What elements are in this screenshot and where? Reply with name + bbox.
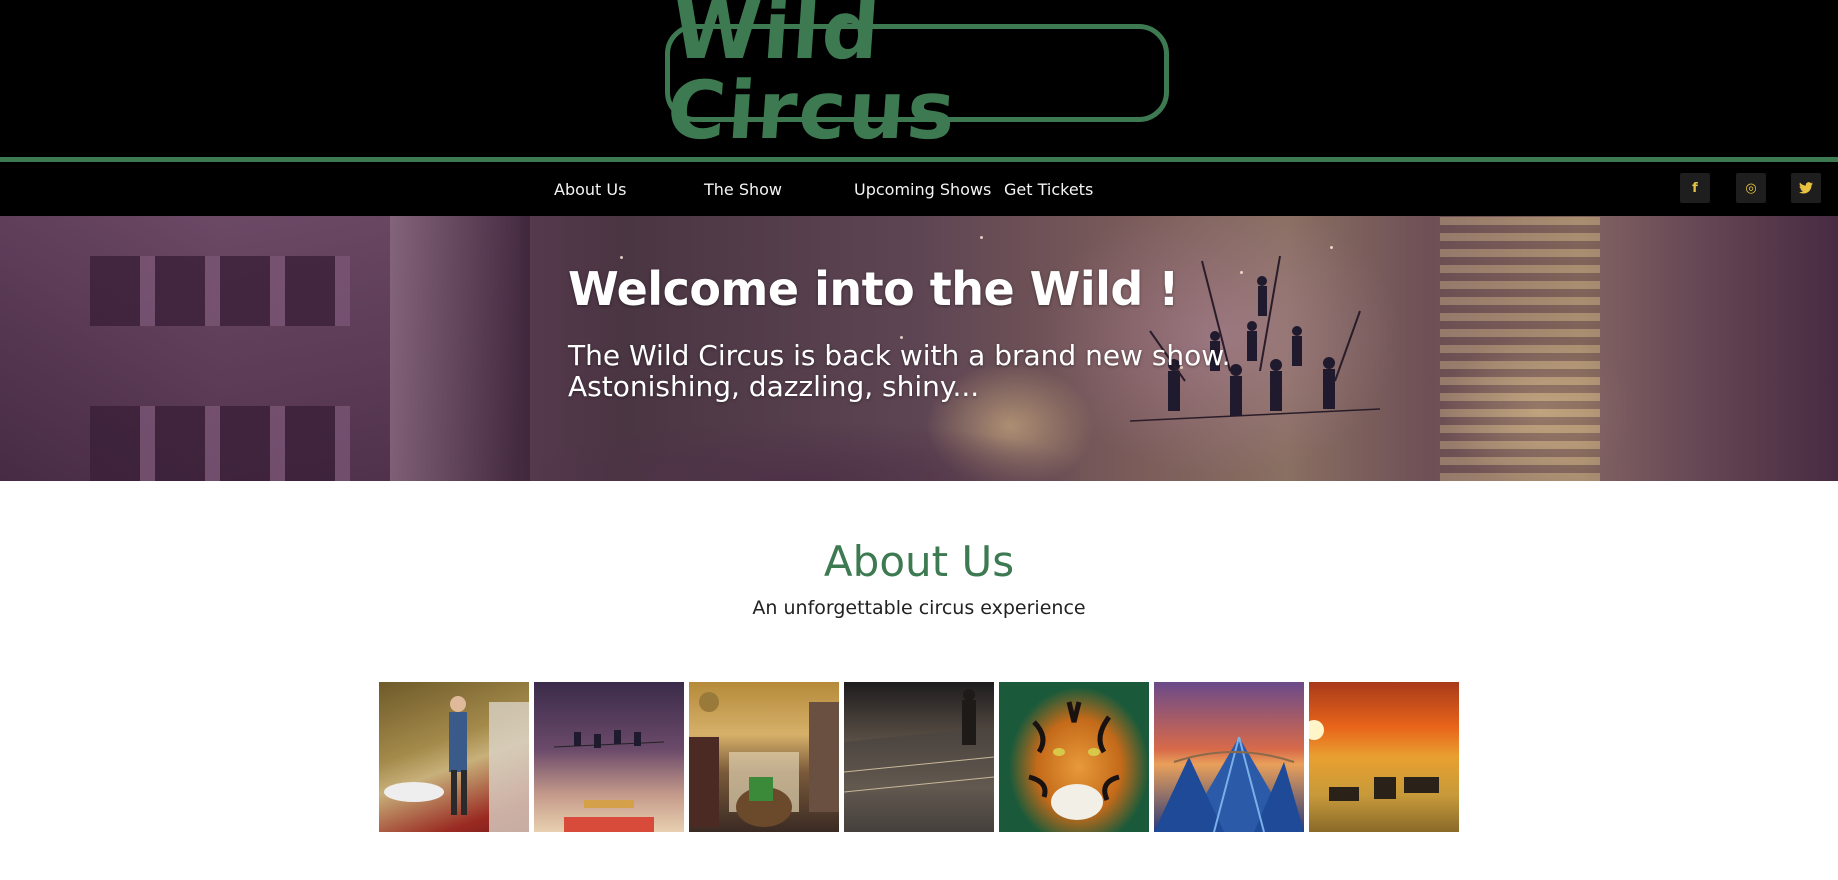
facebook-glyph: f bbox=[1692, 180, 1698, 196]
about-title: About Us bbox=[823, 537, 1015, 586]
hero-sparkle bbox=[1330, 246, 1333, 249]
gallery-image-circus-tents[interactable] bbox=[1154, 682, 1304, 832]
twitter-icon[interactable] bbox=[1791, 173, 1821, 203]
rooftop-figure-icon bbox=[844, 689, 994, 832]
hero-sparkle bbox=[980, 236, 983, 239]
hero-window-row bbox=[90, 256, 350, 326]
nav-about-us[interactable]: About Us bbox=[554, 180, 626, 199]
hero-building-right bbox=[1440, 216, 1600, 481]
nav-get-tickets[interactable]: Get Tickets bbox=[1004, 180, 1093, 199]
site-header: Wild Circus bbox=[0, 0, 1838, 157]
hero-sparkle bbox=[1240, 271, 1243, 274]
tiger-face-icon bbox=[1028, 701, 1120, 820]
nav-upcoming-shows[interactable]: Upcoming Shows bbox=[854, 180, 991, 199]
poster-tent-icon bbox=[553, 730, 665, 832]
hero-building-far-right bbox=[1600, 216, 1838, 481]
hero-title: Welcome into the Wild ! bbox=[568, 262, 1179, 316]
gallery-image-acrobat[interactable] bbox=[379, 682, 529, 832]
logo-text: Wild Circus bbox=[663, 0, 961, 157]
hero-building-edge bbox=[390, 216, 530, 481]
hero-window-row bbox=[90, 406, 350, 481]
about-subtitle: An unforgettable circus experience bbox=[752, 597, 1086, 619]
zebras-icon bbox=[1309, 720, 1439, 801]
circus-tent-icon bbox=[1154, 736, 1304, 832]
nav-the-show[interactable]: The Show bbox=[704, 180, 782, 199]
hero-sparkle bbox=[620, 256, 623, 259]
logo[interactable]: Wild Circus bbox=[664, 0, 1169, 157]
hero-subtitle: The Wild Circus is back with a brand new… bbox=[568, 340, 1231, 402]
twitter-bird-icon bbox=[1799, 182, 1813, 194]
hero-subtitle-line-2: Astonishing, dazzling, shiny... bbox=[568, 370, 980, 403]
hero-subtitle-line-1: The Wild Circus is back with a brand new… bbox=[568, 339, 1231, 372]
main-nav: About Us The Show Upcoming Shows Get Tic… bbox=[0, 162, 1838, 216]
gallery-image-animals-city[interactable] bbox=[689, 682, 839, 832]
city-animals-icon bbox=[689, 692, 839, 827]
acrobat-figure-icon bbox=[384, 696, 529, 832]
gallery-image-zebras[interactable] bbox=[1309, 682, 1459, 832]
facebook-icon[interactable]: f bbox=[1680, 173, 1710, 203]
gallery-image-rooftop[interactable] bbox=[844, 682, 994, 832]
instagram-icon[interactable]: ◎ bbox=[1736, 173, 1766, 203]
instagram-glyph: ◎ bbox=[1745, 180, 1757, 196]
gallery-image-tiger[interactable] bbox=[999, 682, 1149, 832]
gallery-image-tightrope-poster[interactable] bbox=[534, 682, 684, 832]
